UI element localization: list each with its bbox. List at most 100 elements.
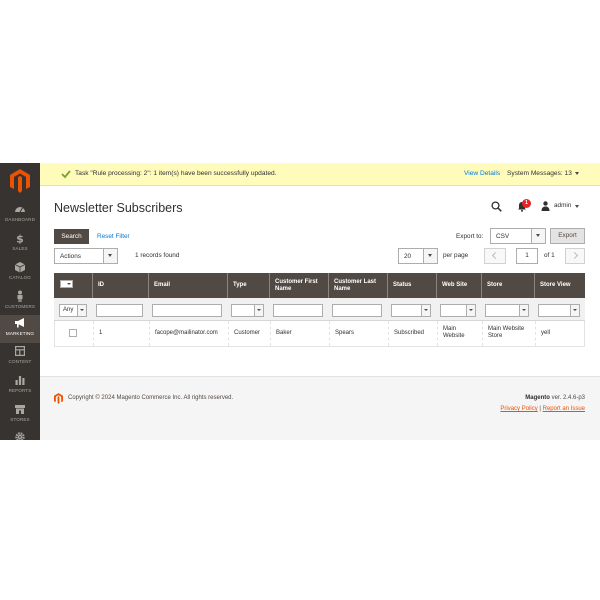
column-header-label: Status xyxy=(393,282,412,288)
sidebar-item-label: CATALOG xyxy=(9,275,31,280)
page-title: Newsletter Subscribers xyxy=(54,201,183,215)
column-header-label: Customer First Name xyxy=(275,279,318,292)
id-filter-input[interactable] xyxy=(96,304,143,317)
gear-icon xyxy=(15,432,25,440)
view-details-link[interactable]: View Details xyxy=(464,170,500,177)
user-icon[interactable] xyxy=(541,201,550,211)
bar-chart-icon xyxy=(15,376,25,385)
cell-first-name-value: Baker xyxy=(276,330,292,336)
chevron-down-icon xyxy=(519,305,528,316)
sidebar-item-dashboard[interactable]: DASHBOARD xyxy=(0,201,40,229)
person-icon xyxy=(17,290,23,302)
export-format-select[interactable]: CSV xyxy=(490,228,546,244)
cell-status-value: Subscribed xyxy=(394,330,425,336)
sidebar-item-label: REPORTS xyxy=(8,388,32,393)
sidebar-item-system[interactable] xyxy=(0,429,40,440)
cell-store-view: yell xyxy=(535,321,585,346)
cell-website: Main Website xyxy=(437,321,482,346)
privacy-policy-link[interactable]: Privacy Policy xyxy=(500,406,537,412)
sidebar-item-reports[interactable]: REPORTS xyxy=(0,372,40,400)
column-header-label: Store View xyxy=(540,282,571,288)
success-check-icon xyxy=(61,170,71,179)
column-header-first-name[interactable]: Customer First Name xyxy=(269,273,328,298)
cell-last-name: Spears xyxy=(329,321,388,346)
table-row[interactable]: 1 facope@mailinator.com Customer Baker S… xyxy=(54,321,585,347)
sidebar-item-sales[interactable]: $ SALES xyxy=(0,230,40,258)
sidebar-item-stores[interactable]: STORES xyxy=(0,401,40,429)
search-button[interactable]: Search xyxy=(54,229,89,244)
column-header-store-view[interactable]: Store View xyxy=(534,273,585,298)
column-header-select xyxy=(54,273,92,298)
next-page-button[interactable] xyxy=(565,248,585,264)
dollar-icon: $ xyxy=(16,233,24,245)
notification-count-badge[interactable]: 1 xyxy=(522,199,531,208)
status-filter-select[interactable] xyxy=(391,304,431,317)
sort-arrow-icon: ↑ xyxy=(98,282,101,288)
column-header-id[interactable]: ID ↑ xyxy=(92,273,148,298)
cell-first-name: Baker xyxy=(270,321,329,346)
mass-actions-select[interactable]: Actions xyxy=(54,248,118,264)
report-issue-link[interactable]: Report an Issue xyxy=(543,406,585,412)
cell-email-value: facope@mailinator.com xyxy=(155,330,218,336)
cell-type-value: Customer xyxy=(234,330,261,336)
column-header-label: Store xyxy=(487,282,503,288)
version-text: Magento ver. 2.4.6-p3 xyxy=(525,395,585,401)
sidebar-item-label: STORES xyxy=(10,417,30,422)
column-header-store[interactable]: Store xyxy=(481,273,534,298)
version-number: ver. 2.4.6-p3 xyxy=(549,395,585,401)
row-checkbox[interactable] xyxy=(69,329,77,337)
mass-select-checkbox[interactable] xyxy=(60,280,73,288)
sidebar-item-marketing[interactable]: MARKETING xyxy=(0,315,40,343)
reset-filter-link[interactable]: Reset Filter xyxy=(97,233,130,240)
cell-type: Customer xyxy=(228,321,270,346)
column-header-label: Web Site xyxy=(442,282,468,288)
sidebar-item-label: SALES xyxy=(12,246,28,251)
sidebar-item-label: DASHBOARD xyxy=(5,217,35,222)
last-name-filter-input[interactable] xyxy=(332,304,382,317)
megaphone-icon xyxy=(15,318,24,328)
previous-page-button[interactable] xyxy=(484,248,506,264)
email-filter-input[interactable] xyxy=(152,304,222,317)
current-page-input[interactable]: 1 xyxy=(516,248,538,264)
dashboard-icon xyxy=(15,207,25,213)
column-header-type[interactable]: Type xyxy=(227,273,269,298)
cell-store-value: Main Website Store xyxy=(488,326,525,339)
per-page-value: 20 xyxy=(404,253,412,260)
copyright-text: Copyright © 2024 Magento Commerce Inc. A… xyxy=(68,395,234,401)
sidebar-item-customers[interactable]: CUSTOMERS xyxy=(0,288,40,316)
sidebar-item-content[interactable]: CONTENT xyxy=(0,343,40,371)
cell-id-value: 1 xyxy=(99,330,103,336)
sidebar-item-catalog[interactable]: CATALOG xyxy=(0,259,40,287)
layout-icon xyxy=(15,346,25,356)
select-filter-dropdown[interactable]: Any xyxy=(59,304,87,317)
store-view-filter-select[interactable] xyxy=(538,304,580,317)
chevron-down-icon xyxy=(254,305,263,316)
export-to-label: Export to: xyxy=(456,233,484,240)
column-header-status[interactable]: Status xyxy=(387,273,436,298)
cell-email: facope@mailinator.com xyxy=(149,321,228,346)
first-name-filter-input[interactable] xyxy=(273,304,323,317)
column-header-website[interactable]: Web Site xyxy=(436,273,481,298)
per-page-label: per page xyxy=(443,252,469,259)
cell-last-name-value: Spears xyxy=(335,330,355,336)
column-header-email[interactable]: Email xyxy=(148,273,227,298)
admin-sidebar: DASHBOARD $ SALES CATALOG CUSTOMERS MARK… xyxy=(0,163,40,440)
column-header-label: Type xyxy=(233,282,247,288)
chevron-down-icon[interactable] xyxy=(575,172,579,175)
system-messages-toggle[interactable]: System Messages: 13 xyxy=(507,170,572,177)
total-pages-label: of 1 xyxy=(544,252,555,259)
chevron-down-icon xyxy=(570,305,579,316)
per-page-select[interactable]: 20 xyxy=(398,248,438,264)
export-button[interactable]: Export xyxy=(550,228,585,244)
cell-id: 1 xyxy=(93,321,149,346)
column-header-last-name[interactable]: Customer Last Name xyxy=(328,273,387,298)
store-filter-select[interactable] xyxy=(485,304,529,317)
search-icon[interactable] xyxy=(491,201,502,212)
chevron-down-icon xyxy=(466,305,475,316)
website-filter-select[interactable] xyxy=(440,304,476,317)
magento-logo-icon[interactable] xyxy=(10,169,30,193)
column-header-label: Email xyxy=(154,282,171,288)
type-filter-select[interactable] xyxy=(231,304,264,317)
chevron-down-icon[interactable] xyxy=(575,205,579,208)
admin-user-menu[interactable]: admin xyxy=(554,202,571,209)
